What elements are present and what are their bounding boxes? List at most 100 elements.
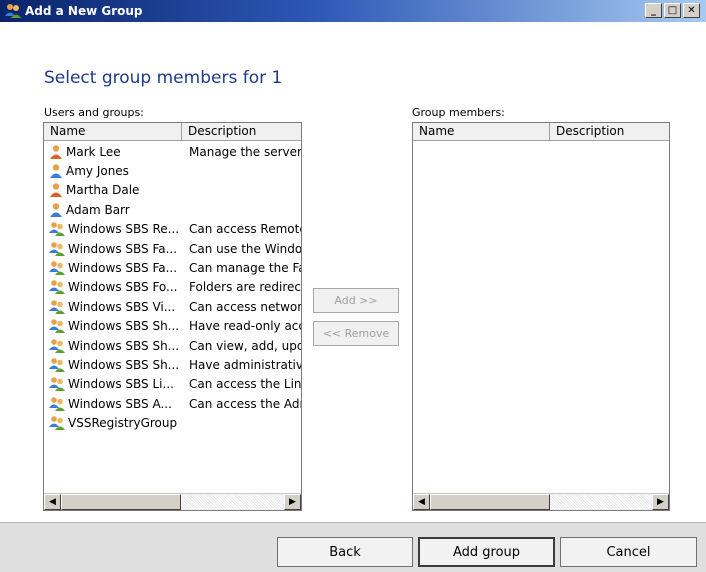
list-item-name-cell: Windows SBS A... [44, 396, 181, 412]
list-item[interactable]: Adam Barr [44, 200, 301, 219]
list-item-description: Folders are redirect [189, 280, 301, 295]
group-icon [48, 299, 66, 315]
list-item[interactable]: Windows SBS Sh... Have administrative [44, 355, 301, 374]
group-icon [48, 241, 66, 257]
horizontal-scrollbar[interactable]: ◀ ▶ [413, 493, 669, 510]
list-item-name-cell: VSSRegistryGroup [44, 415, 181, 431]
list-item[interactable]: Windows SBS Fo... Folders are redirect [44, 278, 301, 297]
column-header-description[interactable]: Description [182, 123, 301, 140]
list-item-name: Windows SBS Li... [68, 377, 174, 392]
page-title: Select group members for 1 [44, 68, 283, 88]
list-item-name: Windows SBS Fa... [68, 261, 178, 276]
close-button[interactable]: ✕ [683, 3, 700, 18]
users-and-groups-label: Users and groups: [44, 106, 144, 119]
list-item-name: Adam Barr [66, 202, 130, 217]
list-item[interactable]: Windows SBS Vi... Can access networl [44, 297, 301, 316]
list-item[interactable]: Windows SBS Sh... Have read-only acc [44, 317, 301, 336]
group-icon [48, 221, 66, 237]
group-icon [48, 338, 66, 354]
list-item-name-cell: Martha Dale [44, 182, 181, 198]
list-item[interactable]: Windows SBS A... Can access the Adm [44, 394, 301, 413]
list-item[interactable]: Windows SBS Re... Can access Remote [44, 220, 301, 239]
list-item-name: Windows SBS Sh... [68, 338, 180, 353]
list-item-description: Have read-only acc [189, 319, 301, 334]
user-icon [48, 202, 64, 218]
list-item-name-cell: Windows SBS Sh... [44, 318, 181, 334]
horizontal-scrollbar[interactable]: ◀ ▶ [44, 493, 301, 510]
back-button[interactable]: Back [277, 537, 413, 567]
list-item-name: Windows SBS Sh... [68, 319, 180, 334]
scroll-right-arrow-icon[interactable]: ▶ [652, 494, 669, 510]
list-item-name: Windows SBS Fo... [68, 280, 178, 295]
list-item-name-cell: Amy Jones [44, 163, 181, 179]
list-item[interactable]: Martha Dale [44, 181, 301, 200]
list-item-name: VSSRegistryGroup [68, 416, 178, 431]
list-item-description: Can access the Link [189, 377, 301, 392]
list-item-description: Can manage the Fa [189, 261, 301, 276]
list-item[interactable]: Windows SBS Fa... Can manage the Fa [44, 258, 301, 277]
admin-user-icon [48, 182, 64, 198]
title-bar: Add a New Group _ □ ✕ [0, 0, 706, 22]
list-item-name: Amy Jones [66, 164, 129, 179]
list-item[interactable]: Windows SBS Fa... Can use the Windo [44, 239, 301, 258]
list-item-name-cell: Mark Lee [44, 144, 181, 160]
cancel-button[interactable]: Cancel [560, 537, 697, 567]
list-item-name-cell: Windows SBS Fa... [44, 260, 181, 276]
window-title: Add a New Group [25, 4, 143, 18]
list-item-description: Can access Remote [189, 222, 301, 237]
list-item[interactable]: VSSRegistryGroup [44, 413, 301, 432]
list-item-name: Martha Dale [66, 183, 140, 198]
dialog-footer: Back Add group Cancel [0, 522, 706, 572]
group-icon [48, 260, 66, 276]
column-header-name[interactable]: Name [413, 123, 550, 140]
list-item[interactable]: Windows SBS Sh... Can view, add, upd [44, 336, 301, 355]
list-item[interactable]: Windows SBS Li... Can access the Link [44, 375, 301, 394]
scrollbar-track[interactable] [550, 494, 652, 510]
group-icon [48, 376, 66, 392]
group-icon [4, 2, 22, 20]
group-icon [48, 415, 66, 431]
column-header-description[interactable]: Description [550, 123, 669, 140]
scrollbar-track[interactable] [181, 494, 284, 510]
list-header: Name Description [44, 123, 301, 141]
list-item-description: Can access the Adm [189, 396, 301, 411]
list-item-name-cell: Windows SBS Fo... [44, 279, 181, 295]
scroll-left-arrow-icon[interactable]: ◀ [413, 494, 430, 510]
scroll-left-arrow-icon[interactable]: ◀ [44, 494, 61, 510]
list-item-description: Can access networl [189, 299, 301, 314]
list-item-name-cell: Windows SBS Sh... [44, 357, 181, 373]
scrollbar-thumb[interactable] [61, 494, 181, 510]
maximize-button[interactable]: □ [664, 3, 681, 18]
list-rows: Mark Lee Manage the server Amy Jones Martha… [44, 142, 301, 433]
list-item-description: Can use the Windo [189, 241, 301, 256]
scroll-right-arrow-icon[interactable]: ▶ [284, 494, 301, 510]
column-header-name[interactable]: Name [44, 123, 182, 140]
list-item-name: Mark Lee [66, 144, 121, 159]
list-item-name: Windows SBS Vi... [68, 299, 176, 314]
add-group-button[interactable]: Add group [418, 537, 555, 567]
list-item-name: Windows SBS Re... [68, 222, 180, 237]
user-icon [48, 163, 64, 179]
list-item-description: Can view, add, upd [189, 338, 301, 353]
minimize-button[interactable]: _ [645, 3, 662, 18]
list-item-name-cell: Windows SBS Sh... [44, 338, 181, 354]
list-item-description: Manage the server [189, 144, 301, 159]
group-members-label: Group members: [412, 106, 505, 119]
group-icon [48, 396, 66, 412]
list-item[interactable]: Amy Jones [44, 161, 301, 180]
add-button[interactable]: Add >> [313, 288, 399, 313]
group-icon [48, 279, 66, 295]
group-icon [48, 318, 66, 334]
scrollbar-thumb[interactable] [430, 494, 550, 510]
list-item-name-cell: Windows SBS Li... [44, 376, 181, 392]
list-item-name-cell: Windows SBS Re... [44, 221, 181, 237]
list-item-name: Windows SBS Sh... [68, 357, 180, 372]
list-item-name: Windows SBS Fa... [68, 241, 178, 256]
users-and-groups-list[interactable]: Name Description Mark Lee Manage the serv… [43, 122, 302, 511]
list-header: Name Description [413, 123, 669, 141]
group-members-list[interactable]: Name Description ◀ ▶ [412, 122, 670, 511]
remove-button[interactable]: << Remove [313, 321, 399, 346]
group-icon [48, 357, 66, 373]
list-item[interactable]: Mark Lee Manage the server [44, 142, 301, 161]
list-item-name-cell: Windows SBS Fa... [44, 241, 181, 257]
